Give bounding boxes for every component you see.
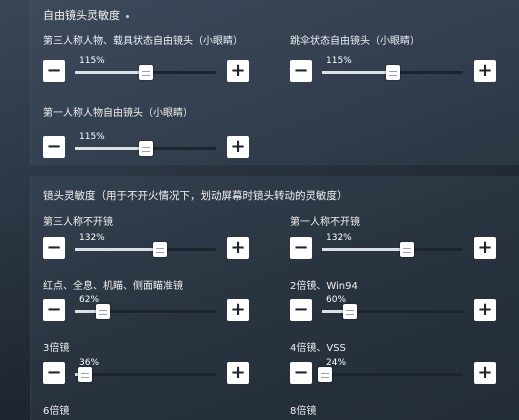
slider-value: 132% <box>326 233 352 243</box>
slider-4x-scope: − 24% + <box>290 358 496 388</box>
slider-label-6x-scope: 6倍镜 <box>43 406 70 417</box>
decrease-button[interactable]: − <box>43 237 65 259</box>
increase-button[interactable]: + <box>227 362 249 384</box>
slider-label-4x-scope: 4倍镜、VSS <box>290 343 346 354</box>
decrease-button[interactable]: − <box>43 299 65 321</box>
decrease-button[interactable]: − <box>43 362 65 384</box>
increase-button[interactable]: + <box>227 299 249 321</box>
free-look-title: 自由镜头灵敏度 <box>43 7 129 23</box>
increase-button[interactable]: + <box>474 237 496 259</box>
slider-fill <box>75 147 146 150</box>
decrease-button[interactable]: − <box>43 136 65 158</box>
free-look-title-text: 自由镜头灵敏度 <box>43 9 120 22</box>
decrease-button[interactable]: − <box>290 299 312 321</box>
slider-value: 115% <box>79 132 105 142</box>
decrease-button[interactable]: − <box>290 362 312 384</box>
slider-track[interactable]: 132% <box>322 233 463 257</box>
slider-tpp-no-scope: − 132% + <box>43 233 249 263</box>
decrease-button[interactable]: − <box>43 60 65 82</box>
slider-label-8x-scope: 8倍镜 <box>290 406 317 417</box>
slider-track[interactable]: 36% <box>75 358 216 382</box>
increase-button[interactable]: + <box>227 60 249 82</box>
slider-handle[interactable] <box>138 141 153 156</box>
slider-fill <box>322 248 407 251</box>
slider-fpp-free-look: − 115% + <box>43 132 249 162</box>
slider-track[interactable]: 115% <box>75 132 216 156</box>
slider-label-fpp-no-scope: 第一人称不开镜 <box>290 217 360 228</box>
slider-track[interactable]: 24% <box>317 358 463 382</box>
slider-handle[interactable] <box>343 304 358 319</box>
slider-track[interactable]: 115% <box>322 56 463 80</box>
increase-button[interactable]: + <box>474 362 496 384</box>
slider-tpp-vehicle-free-look: − 115% + <box>43 56 249 86</box>
increase-button[interactable]: + <box>227 237 249 259</box>
slider-2x-scope: − 60% + <box>290 295 496 325</box>
camera-sensitivity-title: 镜头灵敏度（用于不开火情况下，划动屏幕时镜头转动的灵敏度） <box>43 190 348 202</box>
slider-value: 115% <box>326 56 352 66</box>
slider-value: 24% <box>326 358 347 368</box>
slider-handle[interactable] <box>138 65 153 80</box>
slider-fill <box>322 71 393 74</box>
slider-label-red-dot-holo: 红点、全息、机瞄、侧面瞄准镜 <box>43 281 183 292</box>
slider-value: 60% <box>326 295 347 305</box>
slider-value: 132% <box>79 233 105 243</box>
title-dot-icon <box>126 14 129 18</box>
slider-fpp-no-scope: − 132% + <box>290 233 496 263</box>
increase-button[interactable]: + <box>227 136 249 158</box>
slider-handle[interactable] <box>77 367 92 382</box>
slider-value: 62% <box>79 295 100 305</box>
increase-button[interactable]: + <box>474 60 496 82</box>
free-look-panel: 自由镜头灵敏度 第三人称人物、载具状态自由镜头（小眼睛） − 115% + 跳伞… <box>30 0 519 165</box>
slider-fill <box>75 248 160 251</box>
slider-parachute-free-look: − 115% + <box>290 56 496 86</box>
slider-track[interactable]: 132% <box>75 233 216 257</box>
slider-value: 115% <box>79 56 105 66</box>
slider-track[interactable]: 115% <box>75 56 216 80</box>
slider-fill <box>75 71 146 74</box>
slider-label-parachute-free-look: 跳伞状态自由镜头（小眼睛） <box>290 36 420 47</box>
slider-label-3x-scope: 3倍镜 <box>43 343 70 354</box>
decrease-button[interactable]: − <box>290 237 312 259</box>
slider-3x-scope: − 36% + <box>43 358 249 388</box>
slider-handle[interactable] <box>152 242 167 257</box>
slider-label-tpp-no-scope: 第三人称不开镜 <box>43 217 113 228</box>
slider-value: 36% <box>79 358 100 368</box>
slider-track[interactable]: 62% <box>75 295 216 319</box>
increase-button[interactable]: + <box>474 299 496 321</box>
slider-handle[interactable] <box>317 367 332 382</box>
slider-handle[interactable] <box>385 65 400 80</box>
slider-handle[interactable] <box>399 242 414 257</box>
decrease-button[interactable]: − <box>290 60 312 82</box>
slider-label-fpp-free-look: 第一人称人物自由镜头（小眼睛） <box>43 108 193 119</box>
slider-track[interactable]: 60% <box>322 295 463 319</box>
slider-handle[interactable] <box>96 304 111 319</box>
slider-red-dot-holo: − 62% + <box>43 295 249 325</box>
camera-sensitivity-panel: 镜头灵敏度（用于不开火情况下，划动屏幕时镜头转动的灵敏度） 第三人称不开镜 − … <box>30 176 519 420</box>
slider-label-2x-scope: 2倍镜、Win94 <box>290 281 358 292</box>
slider-label-tpp-vehicle-free-look: 第三人称人物、载具状态自由镜头（小眼睛） <box>43 36 243 47</box>
